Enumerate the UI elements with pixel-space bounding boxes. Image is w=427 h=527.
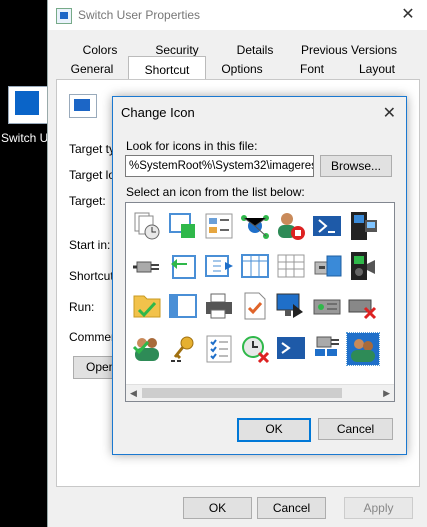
network-grid-icon[interactable] — [275, 250, 307, 282]
checklist-icon[interactable] — [203, 333, 235, 365]
window-close-icon[interactable]: ✕ — [388, 0, 427, 30]
media-sound-icon[interactable] — [347, 250, 379, 282]
tab-previous-versions[interactable]: Previous Versions — [294, 41, 404, 59]
powershell-window-icon[interactable] — [275, 333, 307, 365]
look-for-label: Look for icons in this file: — [126, 139, 258, 153]
icon-list-scrollbar[interactable]: ◀ ▶ — [126, 384, 394, 401]
user-stop-icon[interactable] — [275, 210, 307, 242]
printer-drive-icon[interactable] — [311, 250, 343, 282]
tab-row-1: Colors Security Details Previous Version… — [56, 41, 404, 59]
network-plug-icon[interactable] — [311, 333, 343, 365]
tab-options[interactable]: Options — [214, 60, 270, 78]
window-green-square-icon[interactable] — [167, 210, 199, 242]
window-arrow-icon[interactable] — [203, 250, 235, 282]
select-icon-label: Select an icon from the list below: — [126, 185, 305, 199]
users-check-icon[interactable] — [131, 333, 163, 365]
scroll-thumb[interactable] — [142, 388, 342, 398]
media-tower-icon[interactable] — [347, 210, 379, 242]
window-title: Switch User Properties — [78, 8, 201, 22]
clock-error-icon[interactable] — [239, 333, 271, 365]
open-file-location-button[interactable]: Open — [73, 356, 117, 379]
cancel-button[interactable]: Cancel — [257, 497, 326, 519]
window-list-icon[interactable] — [167, 290, 199, 322]
scroll-right-icon[interactable]: ▶ — [383, 388, 390, 399]
drive-error-icon[interactable] — [347, 290, 379, 322]
shortcut-preview-icon — [69, 94, 97, 118]
label-target: Target: — [69, 194, 106, 208]
tab-general[interactable]: General — [62, 60, 122, 78]
image-list-icon[interactable] — [203, 210, 235, 242]
display-arrow-icon[interactable] — [275, 290, 307, 322]
switch-user-icon[interactable] — [346, 332, 380, 366]
printer-icon[interactable] — [203, 290, 235, 322]
dialog-title: Change Icon — [121, 105, 195, 120]
browse-button[interactable]: Browse... — [320, 155, 392, 177]
tab-colors[interactable]: Colors — [70, 41, 130, 59]
desktop-shortcut-icon[interactable] — [8, 86, 50, 124]
tab-layout[interactable]: Layout — [350, 60, 404, 78]
tab-row-2: General Shortcut Options Font Layout — [56, 56, 404, 80]
window-undo-icon[interactable] — [167, 250, 199, 282]
network-share-icon[interactable] — [239, 210, 271, 242]
dialog-cancel-button[interactable]: Cancel — [318, 418, 393, 440]
plug-connector-icon[interactable] — [131, 250, 163, 282]
documents-clock-icon[interactable] — [131, 210, 163, 242]
icon-list[interactable]: ◀ ▶ — [125, 202, 395, 402]
tab-font[interactable]: Font — [282, 60, 342, 78]
window-app-icon — [56, 8, 72, 24]
drive-dock-icon[interactable] — [311, 290, 343, 322]
dialog-close-icon[interactable]: ✕ — [383, 103, 396, 123]
dialog-ok-button[interactable]: OK — [237, 418, 311, 442]
tab-details[interactable]: Details — [226, 41, 284, 59]
label-run: Run: — [69, 300, 95, 314]
document-checkmark-icon[interactable] — [239, 290, 271, 322]
tab-shortcut[interactable]: Shortcut — [128, 56, 206, 80]
powershell-icon[interactable] — [311, 210, 343, 242]
key-password-icon[interactable] — [167, 333, 199, 365]
apply-button[interactable]: Apply — [344, 497, 413, 519]
label-start-in: Start in: — [69, 238, 111, 252]
open-button-label: Open — [86, 360, 116, 374]
folder-check-icon[interactable] — [131, 290, 163, 322]
scroll-left-icon[interactable]: ◀ — [130, 388, 137, 399]
title-bar: Switch User Properties ✕ — [48, 0, 427, 30]
table-view-icon[interactable] — [239, 250, 271, 282]
icon-file-path-input[interactable]: %SystemRoot%\System32\imageres — [125, 155, 314, 177]
ok-button[interactable]: OK — [183, 497, 252, 519]
change-icon-dialog: Change Icon ✕ Look for icons in this fil… — [112, 96, 407, 455]
